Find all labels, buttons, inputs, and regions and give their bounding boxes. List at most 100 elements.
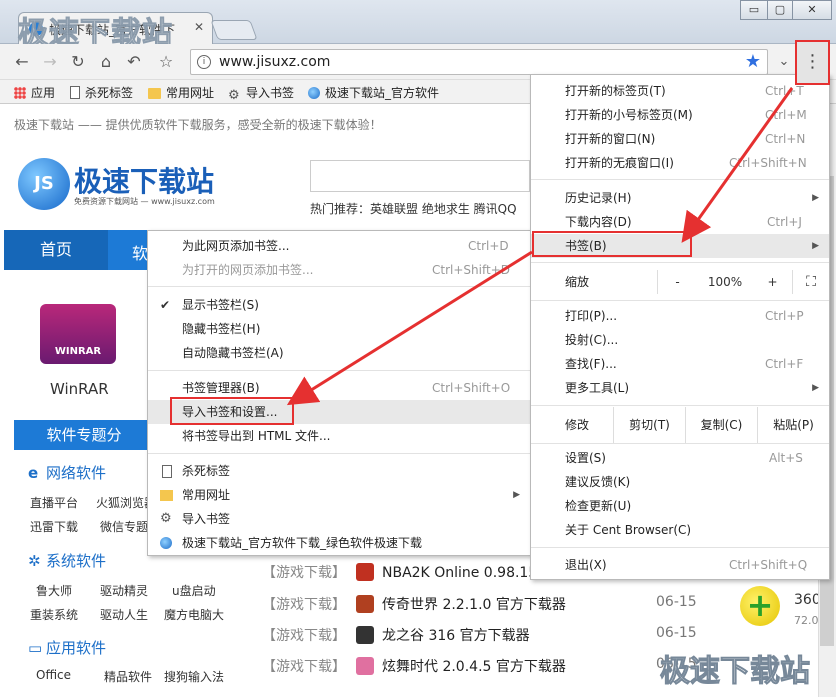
menu-exit[interactable]: 退出(X) Ctrl+Shift+Q [531, 553, 829, 577]
download-row[interactable]: 【游戏下载】 炫舞时代 2.0.4.5 官方下载器 06-15 [262, 656, 697, 678]
bookmarked-star-icon[interactable]: ★ [745, 51, 761, 72]
menu-import-bookmarks-settings[interactable]: 导入书签和设置... [148, 400, 530, 424]
bookmark-common-sites[interactable]: 常用网址 [148, 84, 214, 101]
side-number: 72.0 [794, 614, 819, 627]
close-window-button[interactable]: ✕ [792, 0, 832, 20]
page-icon [162, 465, 172, 478]
chevron-down-icon[interactable]: ⌄ [774, 52, 794, 72]
tab-close-icon[interactable]: ✕ [194, 20, 204, 34]
menu-export-bookmarks-html[interactable]: 将书签导出到 HTML 文件... [148, 424, 530, 448]
menu-zoom: 缩放 - 100% + ⛶ [531, 270, 829, 294]
cut-button[interactable]: 剪切(T) [613, 407, 685, 443]
site-logo-text[interactable]: 极速下载站 [74, 160, 214, 200]
section-network[interactable]: e 网络软件 [28, 462, 106, 483]
site-info-icon[interactable]: i [197, 55, 211, 69]
section-link[interactable]: 魔方电脑大 [164, 606, 224, 623]
menu-settings[interactable]: 设置(S) Alt+S [531, 446, 829, 470]
menu-autohide-bookmark-bar[interactable]: 自动隐藏书签栏(A) [148, 341, 530, 365]
menu-find[interactable]: 查找(F)... Ctrl+F [531, 352, 829, 376]
menu-downloads[interactable]: 下载内容(D) Ctrl+J [531, 210, 829, 234]
menu-check-update[interactable]: 检查更新(U) [531, 494, 829, 518]
section-link[interactable]: 直播平台 [30, 494, 78, 511]
title-bar: 极速下载站_官方软件下 ✕ 极速下载站 ▭ ▢ ✕ [0, 0, 836, 52]
software-topics-header[interactable]: 软件专题分 [14, 420, 154, 450]
section-link[interactable]: 重装系统 [30, 606, 78, 623]
section-link[interactable]: 鲁大师 [36, 582, 72, 599]
home-icon[interactable]: ⌂ [96, 52, 116, 72]
zoom-in-button[interactable]: + [753, 270, 793, 294]
download-row[interactable]: 【游戏下载】 龙之谷 316 官方下载器 06-15 [262, 625, 697, 647]
menu-bookmark-manager[interactable]: 书签管理器(B) Ctrl+Shift+O [148, 376, 530, 400]
undo-close-icon[interactable]: ↶ [124, 52, 144, 72]
main-menu-button[interactable]: ⋮ [795, 40, 830, 85]
menu-bookmarks[interactable]: 书签(B) ▶ [531, 234, 829, 258]
address-bar[interactable]: i www.jisuxz.com ★ [190, 49, 768, 75]
bookmark-jisuxz[interactable]: 极速下载站_官方软件 [308, 84, 439, 101]
section-apps[interactable]: ▭ 应用软件 [28, 637, 106, 658]
menu-bookmark-import[interactable]: ⚙ 导入书签 [148, 507, 530, 531]
bookmark-import[interactable]: ⚙ 导入书签 [228, 84, 294, 102]
section-link[interactable]: 搜狗输入法 [164, 668, 224, 685]
fullscreen-icon[interactable]: ⛶ [793, 270, 829, 294]
minimize-button[interactable]: ▭ [740, 0, 768, 20]
paste-button[interactable]: 粘贴(P) [757, 407, 829, 443]
hot-recommend[interactable]: 热门推荐：英雄联盟 绝地求生 腾讯QQ [310, 200, 517, 217]
download-row[interactable]: 【游戏下载】 NBA2K Online 0.98.15 [262, 562, 537, 584]
bookmark-submenu: 为此网页添加书签... Ctrl+D 为打开的网页添加书签... Ctrl+Shif… [147, 230, 531, 556]
game-icon [356, 595, 374, 613]
360-safe-icon[interactable]: + [740, 586, 780, 626]
menu-new-window[interactable]: 打开新的窗口(N) Ctrl+N [531, 127, 829, 151]
url-text: www.jisuxz.com [219, 54, 331, 70]
featured-app-label[interactable]: WinRAR [50, 380, 109, 398]
winrar-icon[interactable]: WINRAR [40, 304, 116, 364]
new-tab-button[interactable] [210, 20, 258, 40]
side-number: 360 [794, 592, 821, 608]
gear-icon: ✲ [28, 552, 41, 570]
bookmark-kill-tab[interactable]: 杀死标签 [70, 84, 133, 101]
section-link[interactable]: 驱动人生 [100, 606, 148, 623]
site-logo-subtitle: 免费资源下载网站 — www.jisuxz.com [74, 197, 215, 206]
section-system[interactable]: ✲ 系统软件 [28, 550, 106, 571]
menu-more-tools[interactable]: 更多工具(L) ▶ [531, 376, 829, 400]
site-logo-icon[interactable]: JS [18, 158, 70, 210]
nav-home[interactable]: 首页 [4, 230, 108, 270]
menu-bookmark-jisuxz[interactable]: 极速下载站_官方软件下载_绿色软件极速下载 [148, 531, 530, 555]
globe-icon [308, 87, 320, 99]
menu-add-bookmark[interactable]: 为此网页添加书签... Ctrl+D [148, 234, 530, 258]
menu-new-alt-tab[interactable]: 打开新的小号标签页(M) Ctrl+M [531, 103, 829, 127]
site-search-input[interactable] [310, 160, 530, 192]
menu-print[interactable]: 打印(P)... Ctrl+P [531, 304, 829, 328]
back-arrow-icon[interactable]: ← [12, 52, 32, 72]
section-link[interactable]: u盘启动 [172, 582, 216, 599]
section-link[interactable]: 微信专题 [100, 518, 148, 535]
section-link[interactable]: 驱动精灵 [100, 582, 148, 599]
section-link[interactable]: Office [36, 668, 71, 682]
ie-icon: e [28, 464, 39, 482]
section-link[interactable]: 迅雷下载 [30, 518, 78, 535]
page-icon [70, 86, 80, 99]
download-row[interactable]: 【游戏下载】 传奇世界 2.2.1.0 官方下载器 06-15 [262, 594, 697, 616]
menu-add-all-bookmarks: 为打开的网页添加书签... Ctrl+Shift+D [182, 263, 510, 277]
menu-new-incognito-window[interactable]: 打开新的无痕窗口(I) Ctrl+Shift+N [531, 151, 829, 175]
bookmark-star-icon[interactable]: ☆ [156, 52, 176, 72]
menu-history[interactable]: 历史记录(H) ▶ [531, 186, 829, 210]
menu-cast[interactable]: 投射(C)... [531, 328, 829, 352]
menu-bookmark-common-sites[interactable]: 常用网址 ▶ [148, 483, 530, 507]
bookmark-apps[interactable]: 应用 [14, 84, 55, 101]
zoom-out-button[interactable]: - [657, 270, 697, 294]
menu-feedback[interactable]: 建议反馈(K) [531, 470, 829, 494]
menu-bookmark-kill-tab[interactable]: 杀死标签 [148, 459, 530, 483]
menu-show-bookmark-bar[interactable]: ✔ 显示书签栏(S) [148, 293, 530, 317]
copy-button[interactable]: 复制(C) [685, 407, 757, 443]
globe-icon [160, 537, 172, 549]
menu-about[interactable]: 关于 Cent Browser(C) [531, 518, 829, 542]
maximize-button[interactable]: ▢ [767, 0, 793, 20]
reload-icon[interactable]: ↻ [68, 52, 88, 72]
section-link[interactable]: 精品软件 [104, 668, 152, 685]
game-icon [356, 657, 374, 675]
nav-software[interactable]: 软 [132, 240, 148, 264]
submenu-arrow-icon: ▶ [513, 490, 520, 500]
forward-arrow-icon[interactable]: → [40, 52, 60, 72]
menu-new-tab[interactable]: 打开新的标签页(T) Ctrl+T [531, 79, 829, 103]
menu-hide-bookmark-bar[interactable]: 隐藏书签栏(H) [148, 317, 530, 341]
